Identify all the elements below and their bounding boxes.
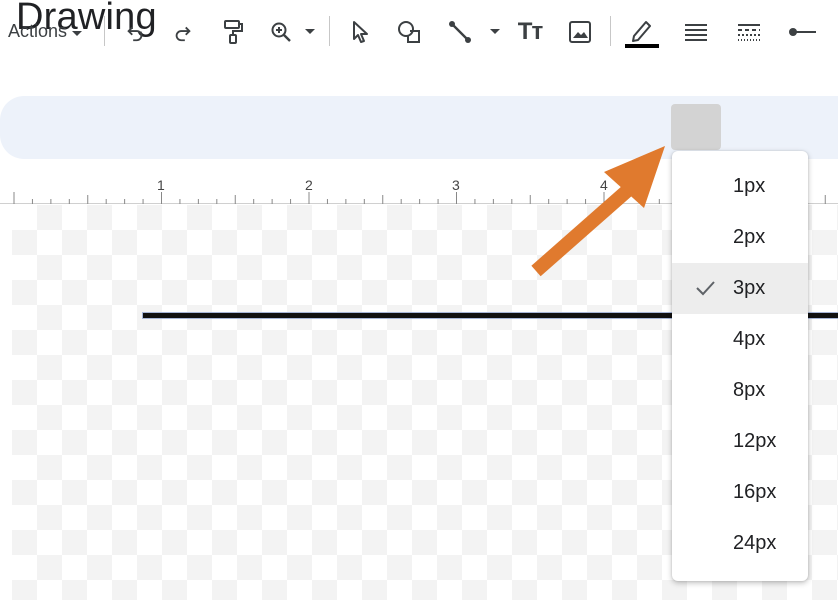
actions-menu-button[interactable]: Actions (8, 0, 83, 63)
line-weight-option-16px[interactable]: 16px (672, 467, 808, 518)
line-dropdown-button[interactable] (487, 0, 503, 63)
toolbar-divider (329, 16, 330, 46)
select-cursor-icon (350, 20, 370, 44)
line-weight-menu: 1px 2px 3px 4px 8px 12px 16px 24px (672, 151, 808, 581)
line-color-button[interactable] (624, 0, 660, 63)
text-box-icon: Tт (517, 17, 543, 45)
chevron-down-icon (489, 23, 501, 41)
zoom-button[interactable] (263, 0, 299, 63)
actions-label: Actions (8, 21, 68, 41)
text-box-button[interactable]: Tт (512, 0, 548, 63)
undo-icon (124, 21, 146, 43)
paint-format-button[interactable] (215, 0, 251, 63)
line-dash-icon (737, 22, 761, 42)
line-color-icon (624, 16, 660, 48)
line-dash-button[interactable] (731, 0, 767, 63)
toolbar-divider (610, 16, 611, 46)
ruler-label: 2 (305, 177, 313, 193)
undo-button[interactable] (117, 0, 153, 63)
chevron-down-icon (71, 22, 83, 43)
line-weight-option-1px[interactable]: 1px (672, 161, 808, 212)
shape-tool-button[interactable] (391, 0, 427, 63)
shape-icon (396, 19, 422, 45)
chevron-down-icon (304, 23, 316, 41)
insert-image-button[interactable] (562, 0, 598, 63)
ruler-label: 3 (452, 177, 460, 193)
image-icon (568, 20, 592, 44)
ruler-label: 4 (600, 177, 608, 193)
line-weight-button[interactable] (678, 0, 714, 63)
line-weight-option-8px[interactable]: 8px (672, 365, 808, 416)
check-icon (694, 277, 716, 305)
paint-format-icon (222, 19, 244, 45)
line-weight-option-2px[interactable]: 2px (672, 212, 808, 263)
redo-button[interactable] (165, 0, 201, 63)
line-weight-option-12px[interactable]: 12px (672, 416, 808, 467)
line-weight-icon (684, 22, 708, 42)
line-icon (447, 19, 473, 45)
line-weight-option-3px[interactable]: 3px (672, 263, 808, 314)
line-tool-button[interactable] (442, 0, 478, 63)
line-start-icon (787, 24, 817, 40)
line-weight-button-highlight (671, 104, 721, 150)
line-start-button[interactable] (784, 0, 820, 63)
line-weight-option-4px[interactable]: 4px (672, 314, 808, 365)
redo-icon (172, 21, 194, 43)
ruler-label: 1 (157, 177, 165, 193)
select-tool-button[interactable] (342, 0, 378, 63)
line-weight-option-24px[interactable]: 24px (672, 518, 808, 569)
zoom-icon (269, 20, 293, 44)
toolbar-divider (104, 16, 105, 46)
zoom-dropdown-button[interactable] (302, 0, 318, 63)
